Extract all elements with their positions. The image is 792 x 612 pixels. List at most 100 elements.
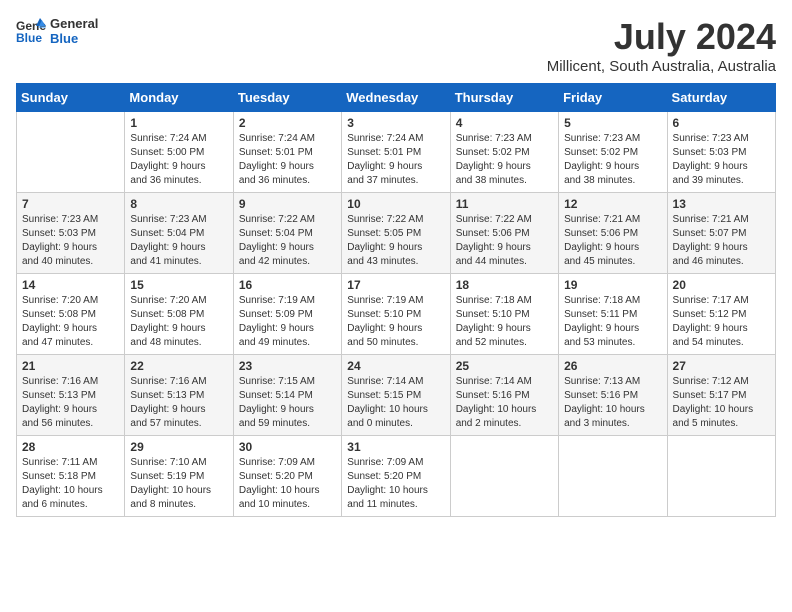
title-area: July 2024 Millicent, South Australia, Au… xyxy=(547,16,776,75)
day-info: Sunrise: 7:23 AM Sunset: 5:02 PM Dayligh… xyxy=(456,132,553,188)
calendar-week-row: 14 Sunrise: 7:20 AM Sunset: 5:08 PM Dayli… xyxy=(17,274,776,355)
day-number: 6 xyxy=(673,116,770,130)
calendar-week-row: 1 Sunrise: 7:24 AM Sunset: 5:00 PM Daylig… xyxy=(17,112,776,193)
day-info: Sunrise: 7:17 AM Sunset: 5:12 PM Dayligh… xyxy=(673,294,770,350)
calendar-cell: 27 Sunrise: 7:12 AM Sunset: 5:17 PM Dayli… xyxy=(667,355,775,436)
day-number: 4 xyxy=(456,116,553,130)
day-number: 17 xyxy=(347,278,444,292)
day-number: 2 xyxy=(239,116,336,130)
day-info: Sunrise: 7:20 AM Sunset: 5:08 PM Dayligh… xyxy=(130,294,227,350)
day-info: Sunrise: 7:18 AM Sunset: 5:11 PM Dayligh… xyxy=(564,294,661,350)
calendar-cell: 19 Sunrise: 7:18 AM Sunset: 5:11 PM Dayli… xyxy=(559,274,667,355)
day-info: Sunrise: 7:16 AM Sunset: 5:13 PM Dayligh… xyxy=(22,375,119,431)
calendar-cell: 10Sunrise: 7:22 AM Sunset: 5:05 PM Dayli… xyxy=(342,193,450,274)
day-info: Sunrise: 7:23 AM Sunset: 5:03 PM Dayligh… xyxy=(673,132,770,188)
weekday-header-saturday: Saturday xyxy=(667,84,775,112)
day-info: Sunrise: 7:23 AM Sunset: 5:02 PM Dayligh… xyxy=(564,132,661,188)
calendar-cell: 16 Sunrise: 7:19 AM Sunset: 5:09 PM Dayli… xyxy=(233,274,341,355)
day-number: 23 xyxy=(239,359,336,373)
day-info: Sunrise: 7:19 AM Sunset: 5:10 PM Dayligh… xyxy=(347,294,444,350)
calendar-cell: 1 Sunrise: 7:24 AM Sunset: 5:00 PM Daylig… xyxy=(125,112,233,193)
day-info: Sunrise: 7:21 AM Sunset: 5:06 PM Dayligh… xyxy=(564,213,661,269)
day-number: 31 xyxy=(347,440,444,454)
header: General Blue General Blue July 2024 Mill… xyxy=(16,16,776,75)
calendar-cell: 6 Sunrise: 7:23 AM Sunset: 5:03 PM Daylig… xyxy=(667,112,775,193)
day-number: 16 xyxy=(239,278,336,292)
day-info: Sunrise: 7:24 AM Sunset: 5:00 PM Dayligh… xyxy=(130,132,227,188)
day-info: Sunrise: 7:14 AM Sunset: 5:16 PM Dayligh… xyxy=(456,375,553,431)
calendar-cell: 11 Sunrise: 7:22 AM Sunset: 5:06 PM Dayli… xyxy=(450,193,558,274)
weekday-header-wednesday: Wednesday xyxy=(342,84,450,112)
day-number: 27 xyxy=(673,359,770,373)
calendar-cell: 30 Sunrise: 7:09 AM Sunset: 5:20 PM Dayli… xyxy=(233,436,341,517)
day-number: 30 xyxy=(239,440,336,454)
calendar-cell: 23 Sunrise: 7:15 AM Sunset: 5:14 PM Dayli… xyxy=(233,355,341,436)
logo: General Blue General Blue xyxy=(16,16,98,46)
day-info: Sunrise: 7:23 AM Sunset: 5:03 PM Dayligh… xyxy=(22,213,119,269)
day-number: 20 xyxy=(673,278,770,292)
calendar-body: 1 Sunrise: 7:24 AM Sunset: 5:00 PM Daylig… xyxy=(17,112,776,517)
day-info: Sunrise: 7:10 AM Sunset: 5:19 PM Dayligh… xyxy=(130,456,227,512)
weekday-header-sunday: Sunday xyxy=(17,84,125,112)
logo-icon: General Blue xyxy=(16,16,46,46)
day-number: 29 xyxy=(130,440,227,454)
day-info: Sunrise: 7:13 AM Sunset: 5:16 PM Dayligh… xyxy=(564,375,661,431)
day-info: Sunrise: 7:22 AM Sunset: 5:06 PM Dayligh… xyxy=(456,213,553,269)
day-number: 1 xyxy=(130,116,227,130)
day-number: 8 xyxy=(130,197,227,211)
day-number: 12 xyxy=(564,197,661,211)
day-info: Sunrise: 7:09 AM Sunset: 5:20 PM Dayligh… xyxy=(239,456,336,512)
day-number: 15 xyxy=(130,278,227,292)
calendar-cell: 12 Sunrise: 7:21 AM Sunset: 5:06 PM Dayli… xyxy=(559,193,667,274)
calendar-cell xyxy=(450,436,558,517)
calendar-cell: 24Sunrise: 7:14 AM Sunset: 5:15 PM Dayli… xyxy=(342,355,450,436)
day-number: 11 xyxy=(456,197,553,211)
calendar-cell: 14Sunrise: 7:20 AM Sunset: 5:08 PM Dayli… xyxy=(17,274,125,355)
calendar-table: SundayMondayTuesdayWednesdayThursdayFrid… xyxy=(16,83,776,517)
calendar-cell: 15 Sunrise: 7:20 AM Sunset: 5:08 PM Dayli… xyxy=(125,274,233,355)
weekday-header-tuesday: Tuesday xyxy=(233,84,341,112)
calendar-cell: 3 Sunrise: 7:24 AM Sunset: 5:01 PM Daylig… xyxy=(342,112,450,193)
day-number: 21 xyxy=(22,359,119,373)
day-number: 7 xyxy=(22,197,119,211)
calendar-cell: 20 Sunrise: 7:17 AM Sunset: 5:12 PM Dayli… xyxy=(667,274,775,355)
weekday-header-monday: Monday xyxy=(125,84,233,112)
day-number: 19 xyxy=(564,278,661,292)
day-info: Sunrise: 7:24 AM Sunset: 5:01 PM Dayligh… xyxy=(347,132,444,188)
day-number: 25 xyxy=(456,359,553,373)
calendar-cell: 13Sunrise: 7:21 AM Sunset: 5:07 PM Dayli… xyxy=(667,193,775,274)
day-number: 5 xyxy=(564,116,661,130)
weekday-header-thursday: Thursday xyxy=(450,84,558,112)
day-number: 28 xyxy=(22,440,119,454)
calendar-cell: 25 Sunrise: 7:14 AM Sunset: 5:16 PM Dayli… xyxy=(450,355,558,436)
weekday-header-friday: Friday xyxy=(559,84,667,112)
calendar-cell: 9Sunrise: 7:22 AM Sunset: 5:04 PM Daylig… xyxy=(233,193,341,274)
day-number: 18 xyxy=(456,278,553,292)
calendar-header: SundayMondayTuesdayWednesdayThursdayFrid… xyxy=(17,84,776,112)
calendar-cell: 18Sunrise: 7:18 AM Sunset: 5:10 PM Dayli… xyxy=(450,274,558,355)
svg-text:Blue: Blue xyxy=(16,31,42,45)
day-info: Sunrise: 7:24 AM Sunset: 5:01 PM Dayligh… xyxy=(239,132,336,188)
location: Millicent, South Australia, Australia xyxy=(547,58,776,75)
day-info: Sunrise: 7:23 AM Sunset: 5:04 PM Dayligh… xyxy=(130,213,227,269)
calendar-cell: 2 Sunrise: 7:24 AM Sunset: 5:01 PM Daylig… xyxy=(233,112,341,193)
day-info: Sunrise: 7:15 AM Sunset: 5:14 PM Dayligh… xyxy=(239,375,336,431)
day-info: Sunrise: 7:09 AM Sunset: 5:20 PM Dayligh… xyxy=(347,456,444,512)
day-number: 22 xyxy=(130,359,227,373)
day-info: Sunrise: 7:21 AM Sunset: 5:07 PM Dayligh… xyxy=(673,213,770,269)
calendar-cell: 4 Sunrise: 7:23 AM Sunset: 5:02 PM Daylig… xyxy=(450,112,558,193)
weekday-row: SundayMondayTuesdayWednesdayThursdayFrid… xyxy=(17,84,776,112)
day-info: Sunrise: 7:19 AM Sunset: 5:09 PM Dayligh… xyxy=(239,294,336,350)
day-number: 26 xyxy=(564,359,661,373)
day-number: 24 xyxy=(347,359,444,373)
calendar-week-row: 21 Sunrise: 7:16 AM Sunset: 5:13 PM Dayli… xyxy=(17,355,776,436)
calendar-cell: 26 Sunrise: 7:13 AM Sunset: 5:16 PM Dayli… xyxy=(559,355,667,436)
calendar-cell: 8 Sunrise: 7:23 AM Sunset: 5:04 PM Daylig… xyxy=(125,193,233,274)
day-number: 14 xyxy=(22,278,119,292)
day-info: Sunrise: 7:12 AM Sunset: 5:17 PM Dayligh… xyxy=(673,375,770,431)
calendar-cell xyxy=(17,112,125,193)
day-info: Sunrise: 7:22 AM Sunset: 5:05 PM Dayligh… xyxy=(347,213,444,269)
day-number: 3 xyxy=(347,116,444,130)
calendar-cell: 28Sunrise: 7:11 AM Sunset: 5:18 PM Dayli… xyxy=(17,436,125,517)
calendar-cell xyxy=(667,436,775,517)
